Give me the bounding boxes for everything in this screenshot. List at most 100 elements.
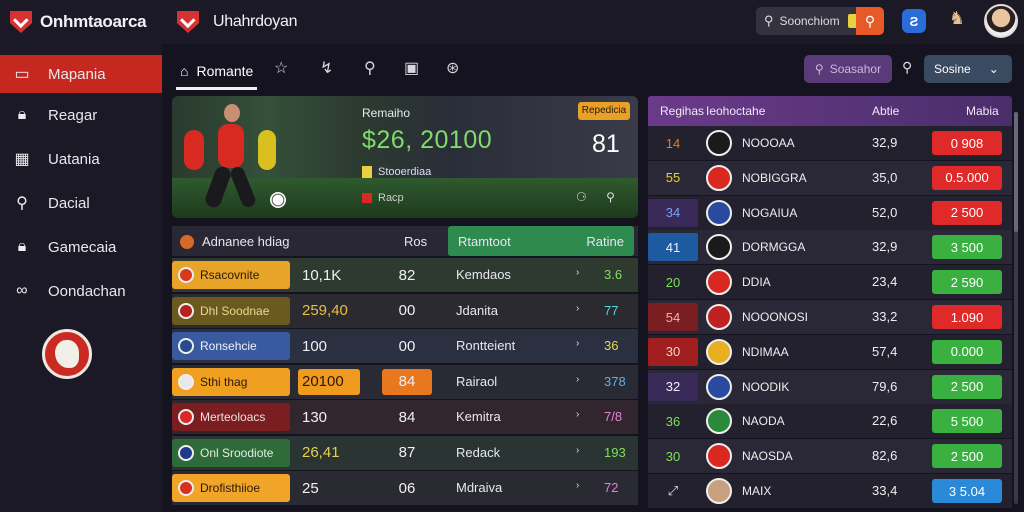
bet-button[interactable]: 1.090 — [932, 305, 1002, 329]
odds-row[interactable]: 41 DORMGGA 32,9 3 500 — [648, 230, 1012, 265]
team-name-cell[interactable]: Rsacovnite — [172, 261, 290, 289]
team-name-cell[interactable]: Sthi thag — [172, 367, 290, 396]
odds-row[interactable]: 32 NOODIK 79,6 2 500 — [648, 369, 1012, 404]
search-input[interactable]: ⚲ Soonchiom ⚲ — [756, 7, 884, 35]
team-name-cell[interactable]: Drofisthiioe — [172, 474, 290, 502]
team-name-cell[interactable]: Dhl Soodnae — [172, 296, 290, 325]
club-badge-icon — [706, 269, 732, 296]
scroll-thumb[interactable] — [1014, 112, 1018, 232]
table-row[interactable]: Rsacovnite 10,1K 82 Kemdaos › 3.6 — [172, 258, 638, 292]
search-button[interactable]: ⚲ — [856, 7, 884, 35]
club-badge-icon — [706, 373, 732, 400]
table-row[interactable]: Merteoloacs 130 84 Kemitra › 7/8 — [172, 400, 638, 434]
chevron-right-icon[interactable]: › — [576, 338, 579, 349]
chevron-right-icon[interactable]: › — [576, 409, 579, 420]
sidebar-item-oondachan[interactable]: ∞ Oondachan — [0, 269, 162, 313]
bet-button[interactable]: 2 500 — [932, 374, 1002, 399]
table-row[interactable]: Onl Sroodiote 26,41 87 Redack › 193 — [172, 435, 638, 470]
odds-row[interactable]: 14 NOOOAA 32,9 0 908 — [648, 126, 1012, 160]
club-name: NOBIGGRA — [742, 170, 807, 185]
header-odd[interactable]: Abtie — [872, 104, 899, 118]
status-dropdown[interactable]: Sosine ⌄ — [924, 55, 1012, 83]
rank-cell: 34 — [648, 198, 698, 227]
sidebar-item-reagar[interactable]: 🔒︎ Reagar — [0, 93, 162, 137]
account-button[interactable]: Ƨ — [902, 9, 926, 33]
odds-value: 82,6 — [872, 448, 898, 464]
filter-input[interactable]: ⚲ Soasahor — [804, 55, 892, 83]
chevron-right-icon[interactable]: › — [576, 480, 579, 491]
table-row[interactable]: Dhl Soodnae 259,40 00 Jdanita › 77 — [172, 293, 638, 328]
team-name-cell[interactable]: Merteoloacs — [172, 403, 290, 431]
hero-label: Remaiho — [362, 106, 411, 120]
odds-row[interactable]: 36 NAODA 22,6 5 500 — [648, 404, 1012, 439]
bet-button[interactable]: 0 908 — [932, 131, 1002, 155]
odds-row[interactable]: 20 DDIA 23,4 2 590 — [648, 265, 1012, 300]
bet-button[interactable]: 0.000 — [932, 339, 1002, 364]
search-icon[interactable]: ⚲ — [902, 59, 912, 76]
chevron-right-icon[interactable]: › — [576, 445, 579, 456]
player-figure — [184, 130, 204, 170]
table-row[interactable]: Drofisthiioe 25 06 Mdraiva › 72 — [172, 471, 638, 505]
odds-row[interactable]: 54 NOOONOSI 33,2 1.090 — [648, 300, 1012, 334]
odds-row[interactable]: 30 NAOSDA 82,6 2 500 — [648, 439, 1012, 474]
hero-sub-text: Racp — [378, 192, 404, 204]
opponent-name: Kemdaos — [456, 267, 511, 282]
search-icon: ⚲ — [764, 13, 774, 28]
odds-row[interactable]: 30 NDIMAA 57,4 0.000 — [648, 334, 1012, 369]
odds-value: 32,9 — [872, 239, 898, 255]
header-rank[interactable]: Regihas — [660, 104, 704, 118]
sidebar-item-uatania[interactable]: ▦ Uatania — [0, 137, 162, 181]
bet-button[interactable]: 0.5.000 — [932, 165, 1002, 190]
team-name-cell[interactable]: Onl Sroodiote — [172, 438, 290, 467]
match-hero[interactable]: Remaiho $26, 20100 Repedicia 81 Stooerdi… — [172, 96, 638, 218]
header-col2[interactable]: Ros — [404, 234, 427, 249]
bet-button[interactable]: 3 500 — [932, 235, 1002, 260]
search-icon[interactable]: ⚲ — [364, 58, 376, 78]
table-row[interactable]: Ronsehcie 100 00 Rontteient › 36 — [172, 329, 638, 363]
chevron-right-icon[interactable]: › — [576, 303, 579, 314]
club-badge-icon — [706, 199, 732, 226]
chevron-right-icon[interactable]: › — [576, 374, 579, 385]
sidebar-item-gamecaia[interactable]: 🔒︎ Gamecaia — [0, 225, 162, 269]
table-row[interactable]: Sthi thag 20100 84 Rairaol › 378 — [172, 364, 638, 399]
header-btn[interactable]: Mabia — [966, 104, 999, 118]
value-secondary: 84 — [398, 408, 416, 426]
header-col3[interactable]: Rtamtoot Ratine — [448, 226, 634, 256]
ball-icon — [270, 192, 286, 208]
bet-button[interactable]: 2 500 — [932, 200, 1002, 225]
value-secondary: 00 — [398, 337, 416, 355]
tab-home[interactable]: ⌂ Romante — [176, 54, 258, 90]
hero-controls[interactable]: ⚆ ⚲ — [576, 190, 623, 204]
window-icon[interactable]: ▣ — [404, 58, 419, 78]
sidebar-item-dacial[interactable]: ⚲ Dacial — [0, 181, 162, 225]
bet-button[interactable]: 2 500 — [932, 444, 1002, 469]
odds-row[interactable]: 34 NOGAIUA 52,0 2 500 — [648, 195, 1012, 230]
header-title: Adnanee hdiag — [180, 234, 289, 249]
search-label: Soonchiom — [779, 14, 840, 28]
lock-icon: 🔒︎ — [17, 238, 27, 255]
avatar[interactable] — [984, 4, 1018, 38]
star-icon[interactable]: ☆ — [274, 58, 288, 78]
brand[interactable]: Onhmtaoarca — [0, 11, 162, 33]
chevron-right-icon[interactable]: › — [576, 267, 579, 278]
scrollbar[interactable] — [1014, 112, 1018, 504]
team-name-cell[interactable]: Ronsehcie — [172, 332, 290, 360]
opponent-name: Redack — [456, 444, 501, 460]
link-icon: ∞ — [16, 282, 28, 299]
secondary-brand[interactable]: Uhahrdoyan — [177, 11, 297, 33]
header-name[interactable]: Ieohoctahe — [706, 104, 765, 118]
bet-button[interactable]: 3 5.04 — [932, 479, 1002, 503]
odds-row[interactable]: ⤢ MAIX 33,4 3 5.04 — [648, 474, 1012, 508]
club-name: NAODA — [742, 414, 785, 429]
sidebar-item-mapania[interactable]: ▭ Mapania — [0, 55, 162, 93]
shoe-icon[interactable]: ↯ — [320, 58, 333, 78]
crest-icon — [178, 302, 194, 319]
value-primary: 20100 — [298, 368, 360, 395]
globe-icon[interactable]: ⊛ — [446, 58, 459, 78]
header-col3-text: Rtamtoot — [458, 234, 511, 249]
bet-button[interactable]: 2 590 — [932, 270, 1002, 295]
odds-row[interactable]: 55 NOBIGGRA 35,0 0.5.000 — [648, 160, 1012, 195]
bet-button[interactable]: 5 500 — [932, 409, 1002, 434]
hero-badge[interactable]: Repedicia — [578, 102, 630, 120]
player-icon[interactable]: ♞ — [946, 8, 968, 34]
